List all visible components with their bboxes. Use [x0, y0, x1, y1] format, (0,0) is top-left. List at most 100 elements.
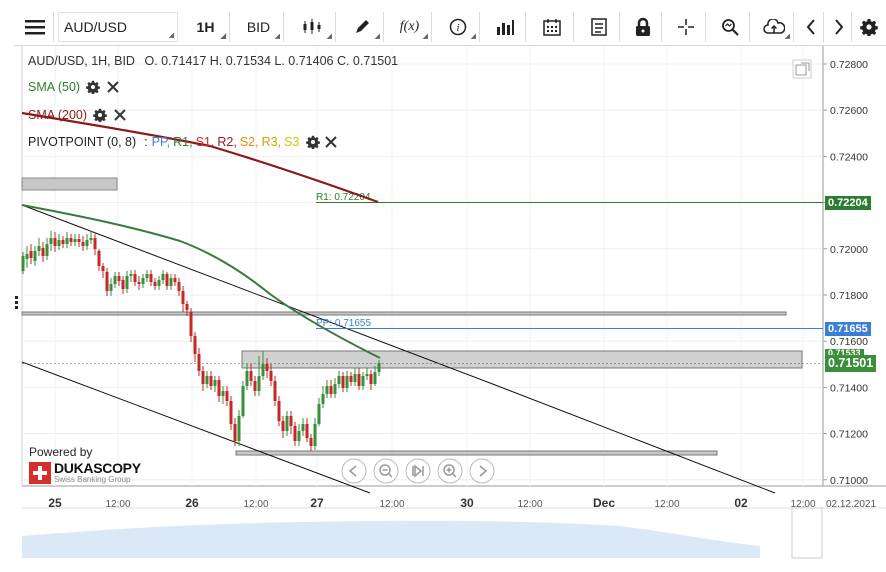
- candle-body: [329, 386, 333, 394]
- lock-button[interactable]: [624, 12, 662, 42]
- symbol-label: AUD/USD: [64, 19, 128, 35]
- x-tick-label: 12:00: [243, 499, 268, 510]
- zoom-out-icon[interactable]: [373, 458, 399, 484]
- x-tick-label: 26: [185, 496, 199, 510]
- crosshair-button[interactable]: [666, 12, 706, 42]
- select-corner-icon: ◢: [784, 33, 790, 40]
- legend-sma50[interactable]: SMA (50): [28, 80, 120, 94]
- x-tick-label: 25: [48, 496, 62, 510]
- candle-body: [273, 381, 277, 401]
- drag-handle[interactable]: [15, 296, 18, 309]
- x-tick-label: 12:00: [517, 499, 542, 510]
- scroll-right-icon[interactable]: [469, 458, 495, 484]
- volume-button[interactable]: [484, 12, 526, 42]
- toolbar: AUD/USD ◢ 1H ◢ BID ◢ ◢ ◢ f(x) ◢ i ◢ ◢: [14, 9, 886, 46]
- zone-low: [235, 450, 718, 456]
- candle-body: [313, 424, 317, 446]
- candle-body: [237, 416, 241, 441]
- legend-pivot-item: PP,: [151, 135, 171, 149]
- info-button[interactable]: i ◢: [436, 12, 480, 42]
- candle-body: [245, 371, 249, 386]
- select-corner-icon: ◢: [274, 33, 280, 40]
- candle-body: [373, 372, 377, 384]
- calendar-button[interactable]: [530, 12, 574, 42]
- x-tick-label: 02: [734, 496, 748, 510]
- candle-body: [261, 364, 265, 376]
- zoom-in-icon[interactable]: [437, 458, 463, 484]
- calendar-icon: [542, 19, 561, 36]
- candle-body: [197, 354, 201, 371]
- x-tick-label: 12:00: [105, 499, 130, 510]
- reset-icon[interactable]: [405, 458, 431, 484]
- candle-body: [345, 376, 349, 388]
- menu-button[interactable]: [16, 12, 54, 42]
- instrument-label: AUD/USD, 1H, BID: [28, 54, 135, 68]
- candle-body: [105, 272, 109, 291]
- candle-body: [253, 381, 257, 391]
- candle-body: [137, 282, 141, 284]
- candle-body: [325, 386, 329, 394]
- candle-body: [145, 274, 149, 278]
- notes-button[interactable]: [578, 12, 620, 42]
- candle-body: [109, 284, 113, 291]
- gear-icon[interactable]: [86, 80, 100, 94]
- scroll-forward-button[interactable]: [826, 12, 852, 42]
- legend-sma200[interactable]: SMA (200): [28, 108, 127, 122]
- x-tick-label: 12:00: [654, 499, 679, 510]
- candle-body: [129, 274, 133, 276]
- draw-button[interactable]: ◢: [340, 12, 384, 42]
- candle-body: [189, 312, 193, 336]
- legend-pivot[interactable]: PIVOTPOINT (0, 8) : PP, R1, S1, R2, S2, R3, S3: [28, 135, 338, 149]
- candle-body: [53, 238, 57, 246]
- candle-body: [133, 274, 137, 282]
- candle-body: [61, 240, 65, 244]
- indicators-button[interactable]: f(x) ◢: [388, 12, 432, 42]
- navigator-handle[interactable]: [791, 507, 823, 559]
- candle-body: [233, 424, 237, 441]
- candle-body: [25, 254, 29, 259]
- x-tick-label: Dec: [593, 496, 615, 510]
- legend-pivot-item: S1,: [195, 135, 215, 149]
- gear-icon[interactable]: [93, 108, 107, 122]
- candle-body: [185, 304, 189, 310]
- last-price-tag: 0.71501: [825, 355, 877, 372]
- cloud-button[interactable]: ◢: [754, 12, 794, 42]
- chart-area[interactable]: R1: 0.72204 PP: 0.71655 0.72800 0.72600 0.…: [0, 46, 886, 572]
- expand-icon[interactable]: [792, 59, 812, 79]
- candle-body: [281, 421, 285, 431]
- candle-body: [337, 376, 341, 384]
- y-tick-label: 0.71000: [830, 475, 868, 487]
- legend-sma50-label: SMA (50): [28, 80, 81, 94]
- candle-body: [333, 384, 337, 394]
- candle-body: [293, 426, 297, 441]
- close-icon[interactable]: [113, 108, 127, 122]
- candle-body: [353, 374, 357, 382]
- settings-button[interactable]: [854, 12, 884, 42]
- candle-body: [141, 278, 145, 284]
- symbol-select[interactable]: AUD/USD ◢: [58, 12, 178, 42]
- y-tick-label: 0.72400: [830, 151, 868, 163]
- price-chart[interactable]: R1: 0.72204 PP: 0.71655 0.728000.726000.…: [0, 46, 886, 572]
- close-icon[interactable]: [106, 80, 120, 94]
- side-select[interactable]: BID ◢: [234, 12, 284, 42]
- candle-body: [173, 278, 177, 282]
- y-tick-label: 0.71600: [830, 336, 868, 348]
- x-tick-label: 12:00: [379, 499, 404, 510]
- interval-select[interactable]: 1H ◢: [182, 12, 230, 42]
- gear-icon[interactable]: [306, 135, 321, 149]
- candle-body: [45, 244, 49, 256]
- zoom-icon: [721, 19, 739, 36]
- scroll-left-icon[interactable]: [341, 458, 367, 484]
- y-tick-label: 0.72800: [830, 59, 868, 71]
- candle-body: [221, 391, 225, 396]
- chart-type-button[interactable]: ◢: [288, 12, 336, 42]
- select-corner-icon: ◢: [422, 32, 428, 40]
- cloud-upload-icon: [762, 19, 785, 34]
- close-icon[interactable]: [324, 135, 338, 149]
- x-tick-label: 02.12.2021: [826, 499, 876, 510]
- scroll-back-button[interactable]: [798, 12, 824, 42]
- zoom-button[interactable]: [710, 12, 750, 42]
- navigator-area: [22, 520, 760, 558]
- candle-body: [65, 238, 69, 244]
- candle-body: [21, 256, 25, 271]
